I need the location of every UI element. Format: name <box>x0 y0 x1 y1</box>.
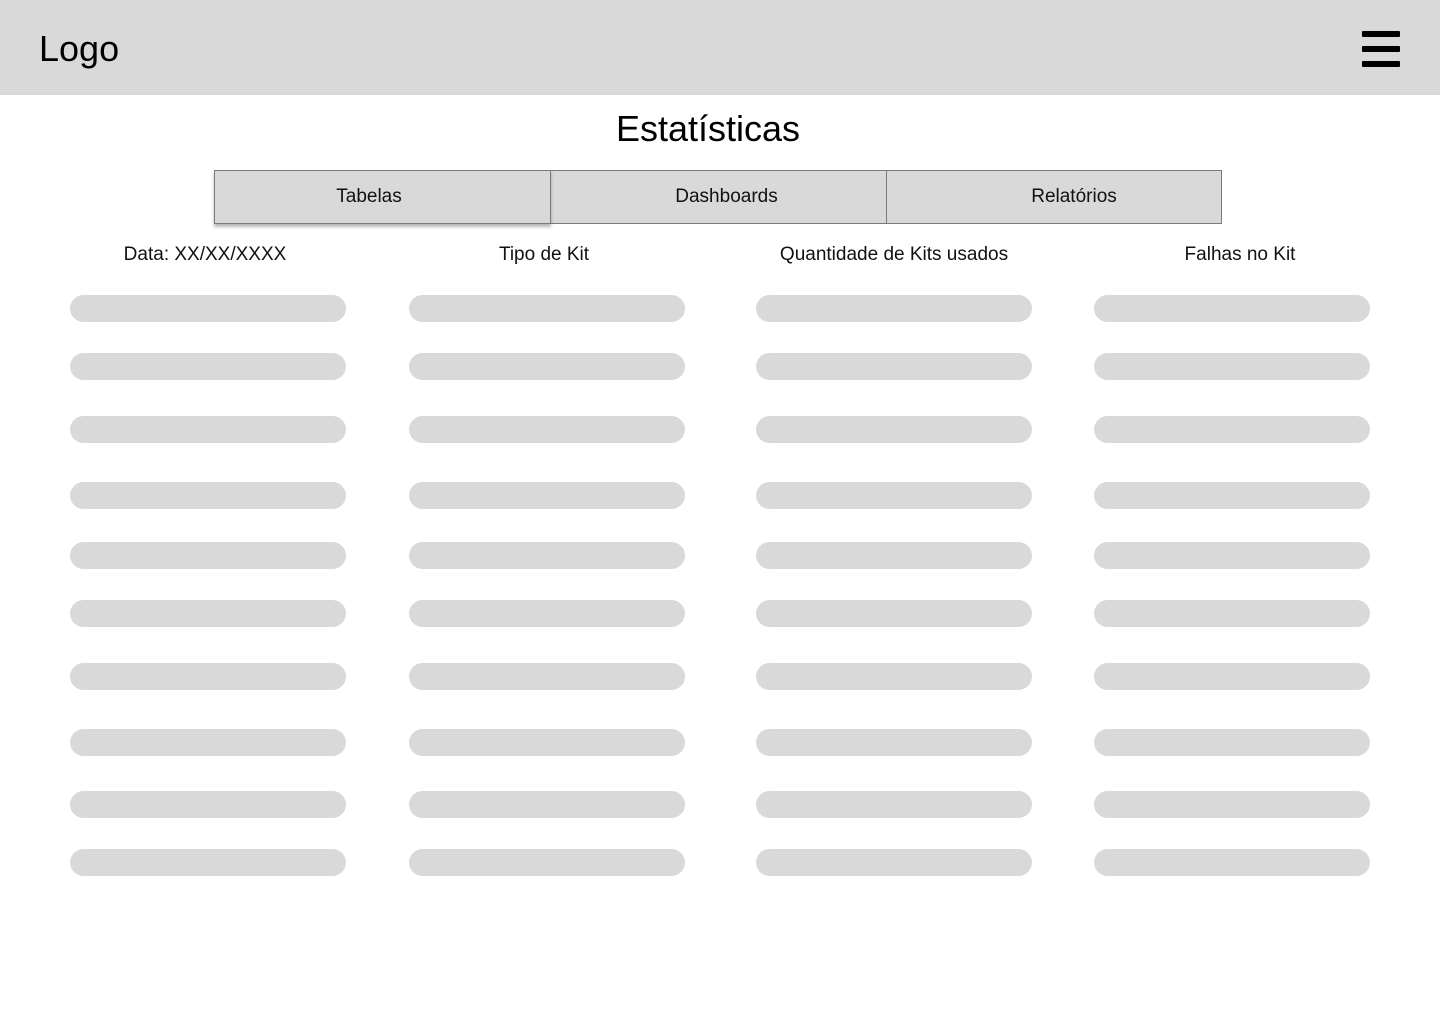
column-header-quantidade-de-kits: Quantidade de Kits usados <box>779 244 1009 265</box>
tab-label: Dashboards <box>675 186 778 207</box>
table-cell-placeholder <box>70 791 346 818</box>
table-cell-placeholder <box>409 416 685 443</box>
table-cell-placeholder <box>409 353 685 380</box>
tab-dashboards[interactable]: Dashboards <box>551 170 887 224</box>
table-cell-placeholder <box>70 600 346 627</box>
tab-label: Relatórios <box>1031 186 1117 207</box>
menu-bar-line <box>1362 31 1400 37</box>
table-cell-placeholder <box>756 729 1032 756</box>
table-cell-placeholder <box>70 542 346 569</box>
table-cell-placeholder <box>409 482 685 509</box>
table-cell-placeholder <box>1094 849 1370 876</box>
table-cell-placeholder <box>409 849 685 876</box>
table-cell-placeholder <box>70 482 346 509</box>
table-cell-placeholder <box>756 482 1032 509</box>
column-header-falhas-no-kit: Falhas no Kit <box>1184 244 1296 265</box>
table-cell-placeholder <box>70 295 346 322</box>
table-cell-placeholder <box>756 416 1032 443</box>
table-cell-placeholder <box>756 353 1032 380</box>
table-cell-placeholder <box>1094 791 1370 818</box>
tab-bar: Tabelas Dashboards Relatórios <box>214 170 1222 224</box>
table-cell-placeholder <box>70 353 346 380</box>
table-cell-placeholder <box>1094 542 1370 569</box>
table-cell-placeholder <box>756 791 1032 818</box>
logo[interactable]: Logo <box>39 28 119 70</box>
table-cell-placeholder <box>70 729 346 756</box>
table-cell-placeholder <box>756 849 1032 876</box>
table-cell-placeholder <box>756 600 1032 627</box>
table-cell-placeholder <box>409 295 685 322</box>
menu-bar-line <box>1362 46 1400 52</box>
table-cell-placeholder <box>1094 663 1370 690</box>
table-cell-placeholder <box>70 416 346 443</box>
table-cell-placeholder <box>1094 729 1370 756</box>
menu-bar-line <box>1362 61 1400 67</box>
table-cell-placeholder <box>1094 295 1370 322</box>
page-title: Estatísticas <box>615 108 801 149</box>
table-cell-placeholder <box>70 663 346 690</box>
table-cell-placeholder <box>70 849 346 876</box>
hamburger-menu-icon[interactable] <box>1362 31 1400 67</box>
table-cell-placeholder <box>409 729 685 756</box>
top-bar: Logo <box>0 0 1440 95</box>
table-cell-placeholder <box>409 791 685 818</box>
tab-label: Tabelas <box>336 186 402 207</box>
table-cell-placeholder <box>409 600 685 627</box>
table-cell-placeholder <box>1094 416 1370 443</box>
table-cell-placeholder <box>409 542 685 569</box>
table-cell-placeholder <box>756 542 1032 569</box>
table-cell-placeholder <box>409 663 685 690</box>
column-header-tipo-de-kit: Tipo de Kit <box>498 244 590 265</box>
column-header-data: Data: XX/XX/XXXX <box>123 244 287 265</box>
table-cell-placeholder <box>1094 482 1370 509</box>
table-cell-placeholder <box>756 663 1032 690</box>
tab-tabelas[interactable]: Tabelas <box>214 170 551 224</box>
table-cell-placeholder <box>756 295 1032 322</box>
table-cell-placeholder <box>1094 600 1370 627</box>
table-cell-placeholder <box>1094 353 1370 380</box>
tab-relatorios[interactable]: Relatórios <box>887 170 1222 224</box>
